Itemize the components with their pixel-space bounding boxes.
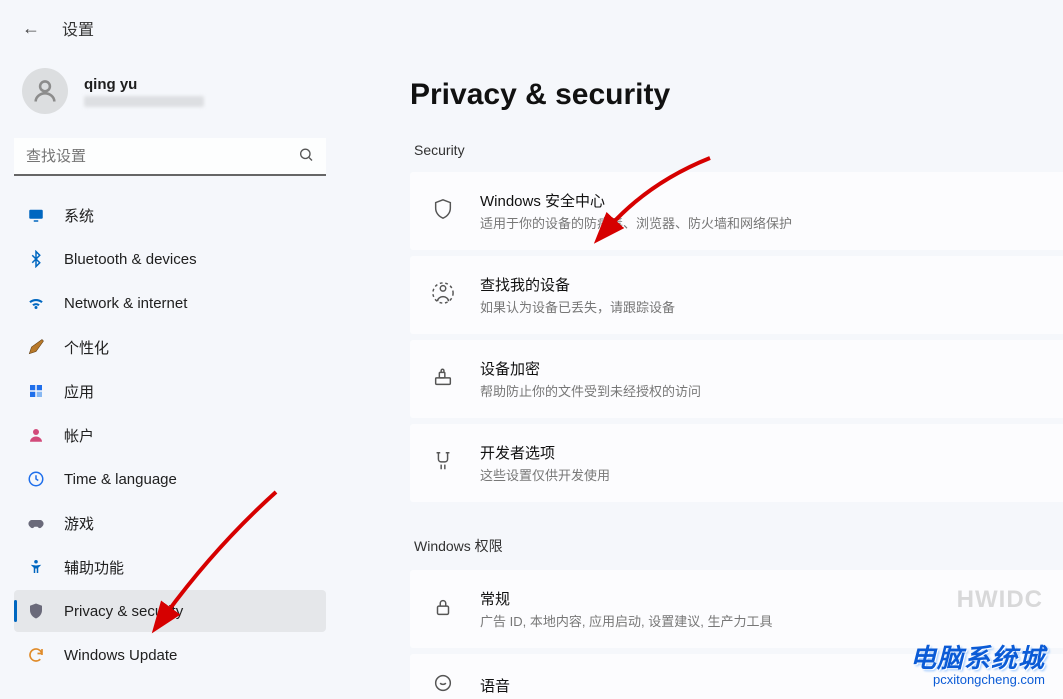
search-icon xyxy=(298,147,314,168)
wifi-icon xyxy=(26,294,46,312)
sidebar-item-label: 辅助功能 xyxy=(64,557,124,578)
speech-icon xyxy=(432,672,458,699)
shield-outline-icon xyxy=(432,198,458,225)
card-desc: 帮助防止你的文件受到未经授权的访问 xyxy=(480,381,701,400)
sidebar-item-label: 帐户 xyxy=(64,425,94,446)
card-find-my-device[interactable]: 查找我的设备 如果认为设备已丢失，请跟踪设备 xyxy=(410,256,1063,334)
card-developer-options[interactable]: 开发者选项 这些设置仅供开发使用 xyxy=(410,424,1063,502)
user-profile[interactable]: qing yu xyxy=(14,56,326,132)
sidebar-item-label: Bluetooth & devices xyxy=(64,251,197,268)
watermark: 电脑系统城 pcxitongcheng.com xyxy=(910,644,1045,687)
sidebar-item-label: 个性化 xyxy=(64,337,109,358)
location-person-icon xyxy=(432,282,458,309)
card-title: 开发者选项 xyxy=(480,442,610,463)
avatar xyxy=(22,68,68,114)
section-windows-permissions: Windows 权限 xyxy=(414,536,1063,556)
bluetooth-icon xyxy=(26,250,46,268)
monitor-icon xyxy=(26,206,46,224)
sidebar-item-label: 应用 xyxy=(64,381,94,402)
window-title: 设置 xyxy=(62,16,94,40)
sidebar-item-label: 系统 xyxy=(64,205,94,226)
user-name: qing yu xyxy=(84,76,204,93)
card-title: 常规 xyxy=(480,588,773,609)
sidebar-item-system[interactable]: 系统 xyxy=(14,194,326,236)
sidebar-item-label: Network & internet xyxy=(64,295,187,312)
refresh-icon xyxy=(26,646,46,664)
apps-icon xyxy=(26,382,46,400)
sidebar-item-update[interactable]: Windows Update xyxy=(14,634,326,676)
sidebar-item-network[interactable]: Network & internet xyxy=(14,282,326,324)
sidebar-item-label: Privacy & security xyxy=(64,603,183,620)
tools-icon xyxy=(432,450,458,477)
card-title: 设备加密 xyxy=(480,358,701,379)
sidebar-item-label: Windows Update xyxy=(64,647,177,664)
clock-icon xyxy=(26,470,46,488)
card-desc: 如果认为设备已丢失，请跟踪设备 xyxy=(480,297,675,316)
gamepad-icon xyxy=(26,514,46,532)
sidebar-item-accessibility[interactable]: 辅助功能 xyxy=(14,546,326,588)
sidebar-item-bluetooth[interactable]: Bluetooth & devices xyxy=(14,238,326,280)
card-desc: 适用于你的设备的防病毒、浏览器、防火墙和网络保护 xyxy=(480,213,792,232)
lock-drive-icon xyxy=(432,366,458,393)
brush-icon xyxy=(26,338,46,356)
card-title: Windows 安全中心 xyxy=(480,190,792,211)
back-button[interactable]: ← xyxy=(22,18,40,39)
sidebar-item-time[interactable]: Time & language xyxy=(14,458,326,500)
card-desc: 广告 ID, 本地内容, 应用启动, 设置建议, 生产力工具 xyxy=(480,611,773,630)
shield-icon xyxy=(26,602,46,620)
search-input[interactable] xyxy=(14,138,326,176)
user-email-redacted xyxy=(84,96,204,107)
card-title: 查找我的设备 xyxy=(480,274,675,295)
card-windows-security[interactable]: Windows 安全中心 适用于你的设备的防病毒、浏览器、防火墙和网络保护 xyxy=(410,172,1063,250)
sidebar-item-gaming[interactable]: 游戏 xyxy=(14,502,326,544)
card-desc: 这些设置仅供开发使用 xyxy=(480,465,610,484)
card-title: 语音 xyxy=(480,675,510,696)
section-security: Security xyxy=(414,142,1063,158)
sidebar-item-label: 游戏 xyxy=(64,513,94,534)
page-title: Privacy & security xyxy=(410,78,1063,112)
sidebar-item-personalize[interactable]: 个性化 xyxy=(14,326,326,368)
card-device-encryption[interactable]: 设备加密 帮助防止你的文件受到未经授权的访问 xyxy=(410,340,1063,418)
sidebar-item-label: Time & language xyxy=(64,471,177,488)
search-box[interactable] xyxy=(14,138,326,176)
ghost-watermark: HWIDC xyxy=(957,586,1043,614)
sidebar-item-accounts[interactable]: 帐户 xyxy=(14,414,326,456)
person-icon xyxy=(26,426,46,444)
sidebar-item-privacy[interactable]: Privacy & security xyxy=(14,590,326,632)
sidebar-item-apps[interactable]: 应用 xyxy=(14,370,326,412)
accessibility-icon xyxy=(26,558,46,576)
lock-icon xyxy=(432,596,458,623)
